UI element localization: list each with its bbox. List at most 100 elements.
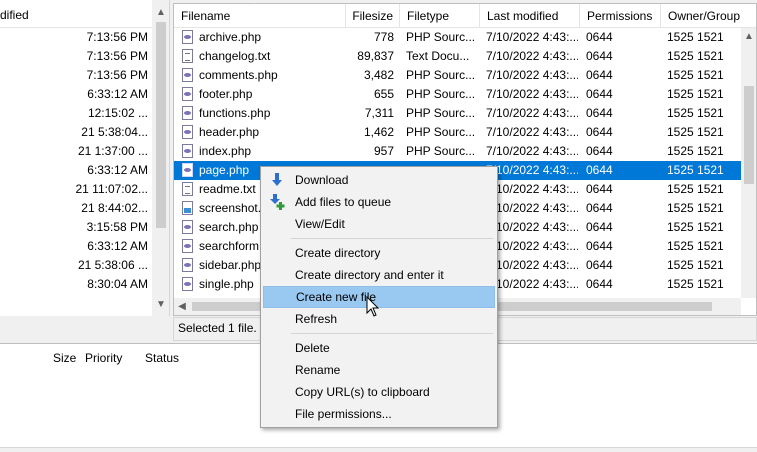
local-file-list[interactable]: dified 7:13:56 PM 7:13:56 PM 7:13:56 PM … — [0, 0, 170, 316]
file-permissions: 0644 — [586, 144, 613, 158]
local-row-modified: 21 11:07:02... — [75, 182, 148, 196]
mouse-pointer-icon — [366, 296, 380, 317]
file-modified: 7/10/2022 4:43:... — [486, 258, 578, 272]
file-owner: 1525 1521 — [667, 182, 724, 196]
php-file-icon — [182, 68, 193, 82]
table-row[interactable]: index.php 957 PHP Sourc... 7/10/2022 4:4… — [174, 142, 741, 161]
local-row[interactable]: 6:33:12 AM — [0, 237, 152, 256]
menu-item-copy-url[interactable]: Copy URL(s) to clipboard — [263, 381, 495, 403]
file-permissions: 0644 — [586, 220, 613, 234]
table-row[interactable]: archive.php 778 PHP Sourc... 7/10/2022 4… — [174, 28, 741, 47]
table-row[interactable]: changelog.txt 89,837 Text Docu... 7/10/2… — [174, 47, 741, 66]
file-name: readme.txt — [199, 182, 256, 196]
menu-item-delete[interactable]: Delete — [263, 337, 495, 359]
local-row[interactable]: 7:13:56 PM — [0, 28, 152, 47]
local-row[interactable]: 6:33:12 AM — [0, 161, 152, 180]
local-row[interactable]: 3:15:58 PM — [0, 218, 152, 237]
local-row[interactable]: 12:15:02 ... — [0, 104, 152, 123]
file-name: page.php — [199, 163, 250, 177]
local-row[interactable]: 21 5:38:04... — [0, 123, 152, 142]
scroll-left-arrow-icon[interactable]: ◀ — [177, 302, 187, 312]
local-row[interactable]: 8:30:04 AM — [0, 275, 152, 294]
file-name: changelog.txt — [199, 49, 271, 63]
remote-vertical-scrollbar[interactable]: ▲ — [741, 28, 756, 298]
file-modified: 7/10/2022 4:43:... — [486, 220, 578, 234]
scroll-up-arrow-icon[interactable]: ▲ — [744, 32, 754, 42]
local-row-modified: 7:13:56 PM — [86, 68, 148, 82]
file-permissions: 0644 — [586, 258, 613, 272]
menu-item-rename[interactable]: Rename — [263, 359, 495, 381]
local-column-header-last-modified[interactable]: dified — [0, 0, 152, 28]
local-row[interactable]: 21 11:07:02... — [0, 180, 152, 199]
file-name: sidebar.php — [199, 258, 262, 272]
local-row[interactable]: 7:13:56 PM — [0, 47, 152, 66]
column-header-filename[interactable]: Filename — [174, 4, 346, 28]
file-size: 957 — [373, 144, 394, 158]
queue-column-size[interactable]: Size — [47, 348, 76, 368]
local-vertical-scrollbar[interactable]: ▲ ▼ — [152, 0, 169, 316]
local-row[interactable]: 6:33:12 AM — [0, 85, 152, 104]
file-modified: 7/10/2022 4:43:... — [486, 87, 578, 101]
table-row[interactable]: footer.php 655 PHP Sourc... 7/10/2022 4:… — [174, 85, 741, 104]
menu-item-add-files-to-queue[interactable]: Add files to queue — [263, 191, 495, 213]
local-row-modified: 8:30:04 AM — [87, 277, 148, 291]
local-row-modified: 6:33:12 AM — [87, 87, 148, 101]
scroll-down-arrow-icon[interactable]: ▼ — [156, 300, 166, 310]
file-type: PHP Sourc... — [406, 30, 476, 44]
file-name: index.php — [199, 144, 252, 158]
queue-column-priority[interactable]: Priority — [79, 348, 122, 368]
local-row-modified: 6:33:12 AM — [87, 163, 148, 177]
php-file-icon — [182, 163, 193, 177]
column-header-permissions[interactable]: Permissions — [580, 4, 661, 28]
queue-tab-strip — [0, 447, 757, 452]
remote-column-header: Filename Filesize Filetype Last modified… — [174, 4, 756, 28]
scroll-up-arrow-icon[interactable]: ▲ — [156, 8, 166, 18]
column-header-filetype[interactable]: Filetype — [400, 4, 480, 28]
file-owner: 1525 1521 — [667, 87, 724, 101]
file-name: functions.php — [199, 106, 271, 120]
table-row[interactable]: comments.php 3,482 PHP Sourc... 7/10/202… — [174, 66, 741, 85]
local-row-modified: 12:15:02 ... — [87, 106, 148, 120]
queue-column-status[interactable]: Status — [139, 348, 179, 368]
local-row[interactable]: 21 5:38:06 ... — [0, 256, 152, 275]
menu-item-view-edit[interactable]: View/Edit — [263, 213, 495, 235]
local-row-modified: 21 1:37:00 ... — [77, 144, 148, 158]
file-modified: 7/10/2022 4:43:... — [486, 239, 578, 253]
local-row-modified: 3:15:58 PM — [86, 220, 148, 234]
file-owner: 1525 1521 — [667, 68, 724, 82]
local-row[interactable]: 21 1:37:00 ... — [0, 142, 152, 161]
menu-item-label: Download — [295, 173, 349, 187]
file-modified: 7/10/2022 4:43:... — [486, 182, 578, 196]
local-column-header-label: dified — [0, 8, 29, 22]
local-scrollbar-thumb[interactable] — [156, 22, 166, 228]
php-file-icon — [182, 125, 193, 139]
local-status-bar — [0, 317, 170, 341]
php-file-icon — [182, 144, 193, 158]
menu-item-create-directory[interactable]: Create directory — [263, 242, 495, 264]
menu-item-create-directory-and-enter[interactable]: Create directory and enter it — [263, 264, 495, 286]
file-modified: 7/10/2022 4:43:... — [486, 201, 578, 215]
table-row[interactable]: header.php 1,462 PHP Sourc... 7/10/2022 … — [174, 123, 741, 142]
local-row[interactable]: 7:13:56 PM — [0, 66, 152, 85]
file-name: header.php — [199, 125, 260, 139]
php-file-icon — [182, 87, 193, 101]
file-name: searchform. — [199, 239, 263, 253]
column-header-owner-group[interactable]: Owner/Group — [661, 4, 756, 28]
column-header-last-modified[interactable]: Last modified — [480, 4, 580, 28]
php-file-icon — [182, 258, 193, 272]
image-file-icon — [182, 201, 193, 215]
menu-item-file-permissions[interactable]: File permissions... — [263, 403, 495, 425]
table-row[interactable]: functions.php 7,311 PHP Sourc... 7/10/20… — [174, 104, 741, 123]
remote-scrollbar-thumb[interactable] — [744, 86, 754, 184]
local-row-modified: 21 5:38:06 ... — [77, 258, 148, 272]
local-row-modified: 6:33:12 AM — [87, 239, 148, 253]
menu-item-download[interactable]: Download — [263, 169, 495, 191]
column-header-filesize[interactable]: Filesize — [346, 4, 400, 28]
php-file-icon — [182, 277, 193, 291]
local-row[interactable]: 21 8:44:02... — [0, 199, 152, 218]
file-owner: 1525 1521 — [667, 258, 724, 272]
php-file-icon — [182, 239, 193, 253]
add-to-queue-icon — [270, 194, 285, 210]
file-owner: 1525 1521 — [667, 201, 724, 215]
file-modified: 7/10/2022 4:43:... — [486, 125, 578, 139]
